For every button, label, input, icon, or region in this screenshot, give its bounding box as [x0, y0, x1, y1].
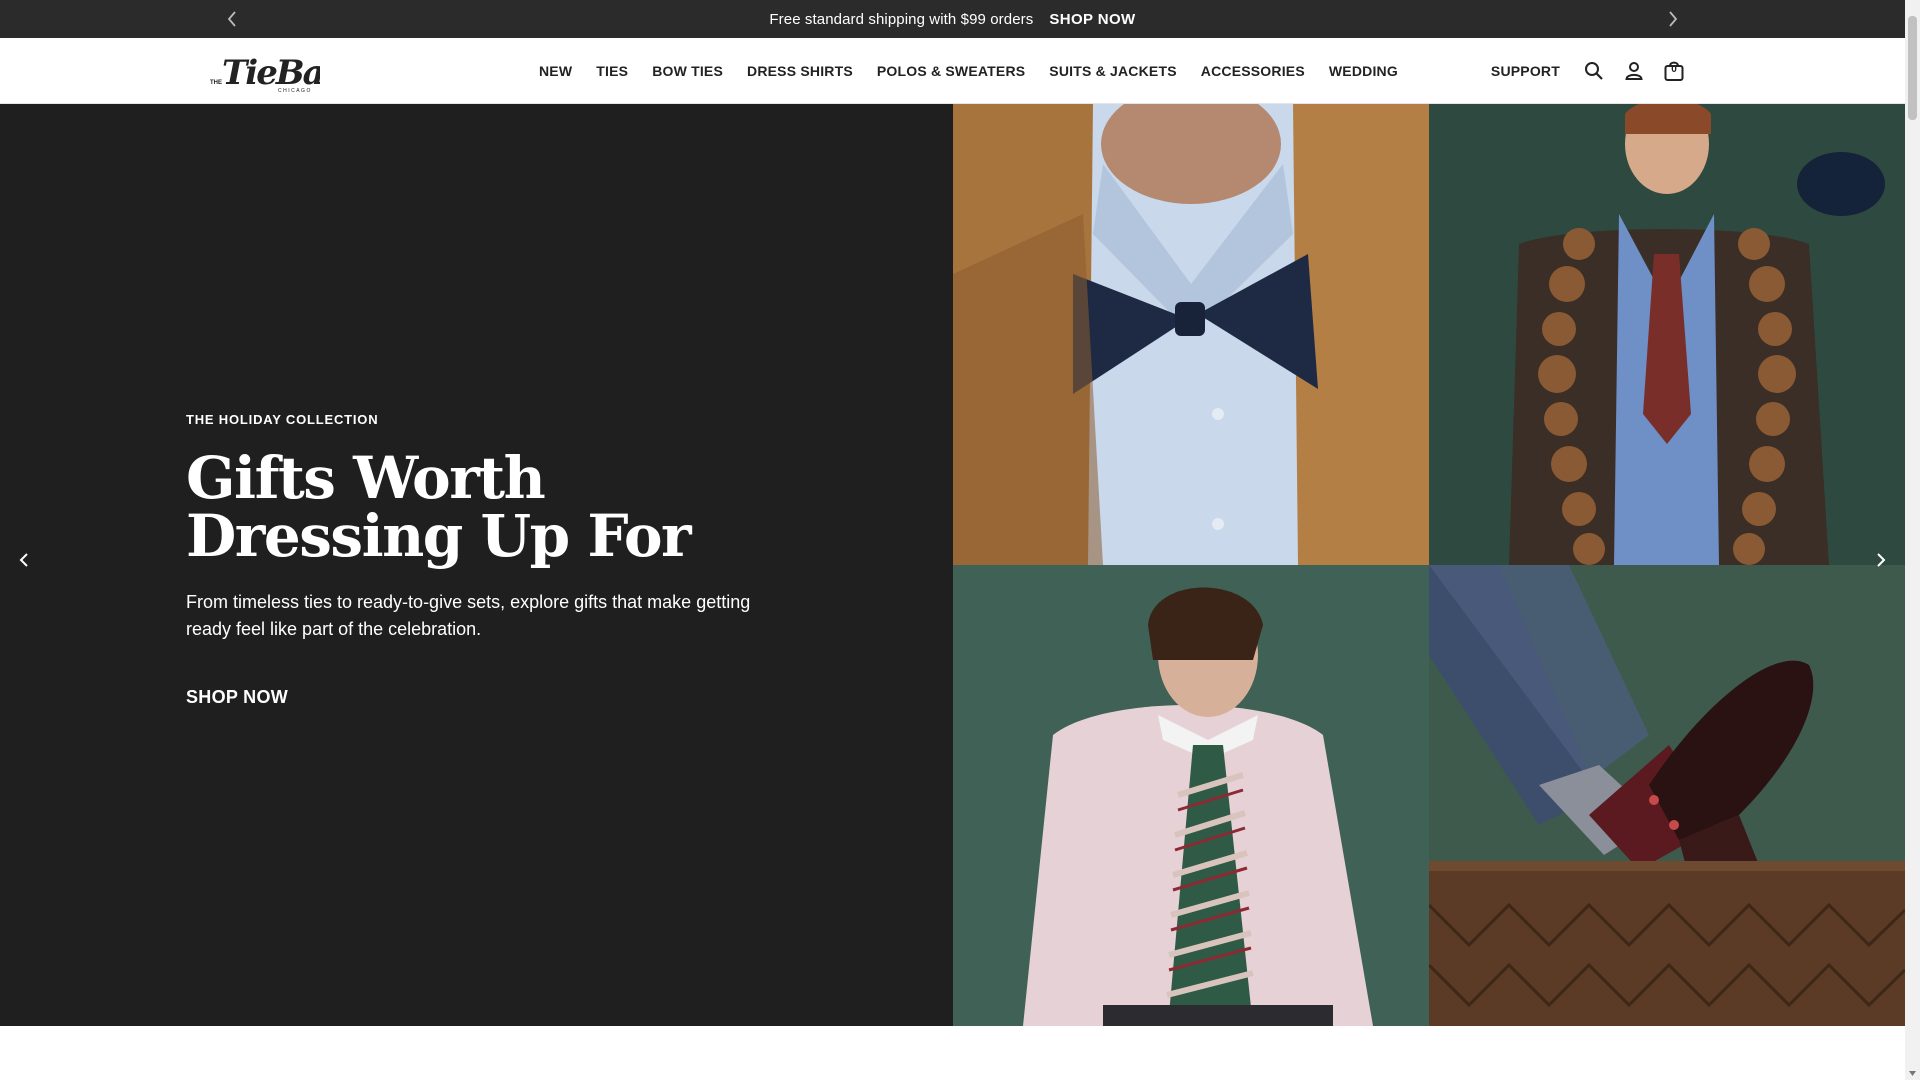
bag-icon[interactable]: 0 [1662, 59, 1686, 83]
page-scrollbar[interactable] [1905, 0, 1920, 1080]
site-header: THE TieBar CHICAGO NEW TIES BOW TIES DRE… [0, 38, 1905, 104]
bow-tie-photo[interactable] [953, 104, 1429, 565]
nav-bow-ties[interactable]: BOW TIES [652, 63, 723, 79]
hero-image-grid [953, 104, 1905, 1026]
main-nav: NEW TIES BOW TIES DRESS SHIRTS POLOS & S… [539, 38, 1398, 104]
nav-polos-sweaters[interactable]: POLOS & SWEATERS [877, 63, 1025, 79]
hero-next-icon[interactable] [1868, 547, 1894, 573]
nav-ties[interactable]: TIES [596, 63, 628, 79]
hero-headline: Gifts Worth Dressing Up For [186, 449, 806, 565]
hero-banner: THE HOLIDAY COLLECTION Gifts Worth Dress… [0, 104, 1905, 1026]
hero-copy: THE HOLIDAY COLLECTION Gifts Worth Dress… [186, 412, 806, 708]
hero-prev-icon[interactable] [11, 547, 37, 573]
nav-dress-shirts[interactable]: DRESS SHIRTS [747, 63, 853, 79]
announcement-shop-now-link[interactable]: SHOP NOW [1049, 11, 1135, 28]
account-icon[interactable] [1622, 59, 1646, 83]
nav-suits-jackets[interactable]: SUITS & JACKETS [1049, 63, 1176, 79]
announcement-next-icon[interactable] [1662, 8, 1684, 30]
scrollbar-thumb[interactable] [1908, 16, 1917, 120]
striped-tie-photo[interactable] [953, 565, 1429, 1026]
announcement-bar: Free standard shipping with $99 orders S… [0, 0, 1905, 38]
tie-bar-logo[interactable]: THE TieBar CHICAGO [208, 48, 345, 94]
announcement-prev-icon[interactable] [221, 8, 243, 30]
hero-headline-line-2: Dressing Up For [186, 502, 692, 570]
hero-subcopy: From timeless ties to ready-to-give sets… [186, 592, 751, 639]
hero-eyebrow: THE HOLIDAY COLLECTION [186, 412, 379, 427]
utility-nav: SUPPORT 0 [1491, 38, 1686, 104]
support-link[interactable]: SUPPORT [1491, 63, 1560, 79]
announcement-message: Free standard shipping with $99 orders [769, 10, 1034, 28]
search-icon[interactable] [1582, 59, 1606, 83]
scroll-down-icon[interactable] [1908, 1069, 1917, 1078]
pinecone-garland-photo[interactable] [1429, 104, 1905, 565]
hero-shop-now-link[interactable]: SHOP NOW [186, 687, 288, 707]
socks-shoe-photo[interactable] [1429, 565, 1905, 1026]
logo-city: CHICAGO [278, 88, 312, 94]
nav-accessories[interactable]: ACCESSORIES [1201, 63, 1305, 79]
nav-new[interactable]: NEW [539, 63, 572, 79]
logo-the: THE [210, 80, 222, 86]
bag-count: 0 [1671, 64, 1677, 75]
logo-wordmark: TieBar [222, 53, 320, 93]
nav-wedding[interactable]: WEDDING [1329, 63, 1398, 79]
